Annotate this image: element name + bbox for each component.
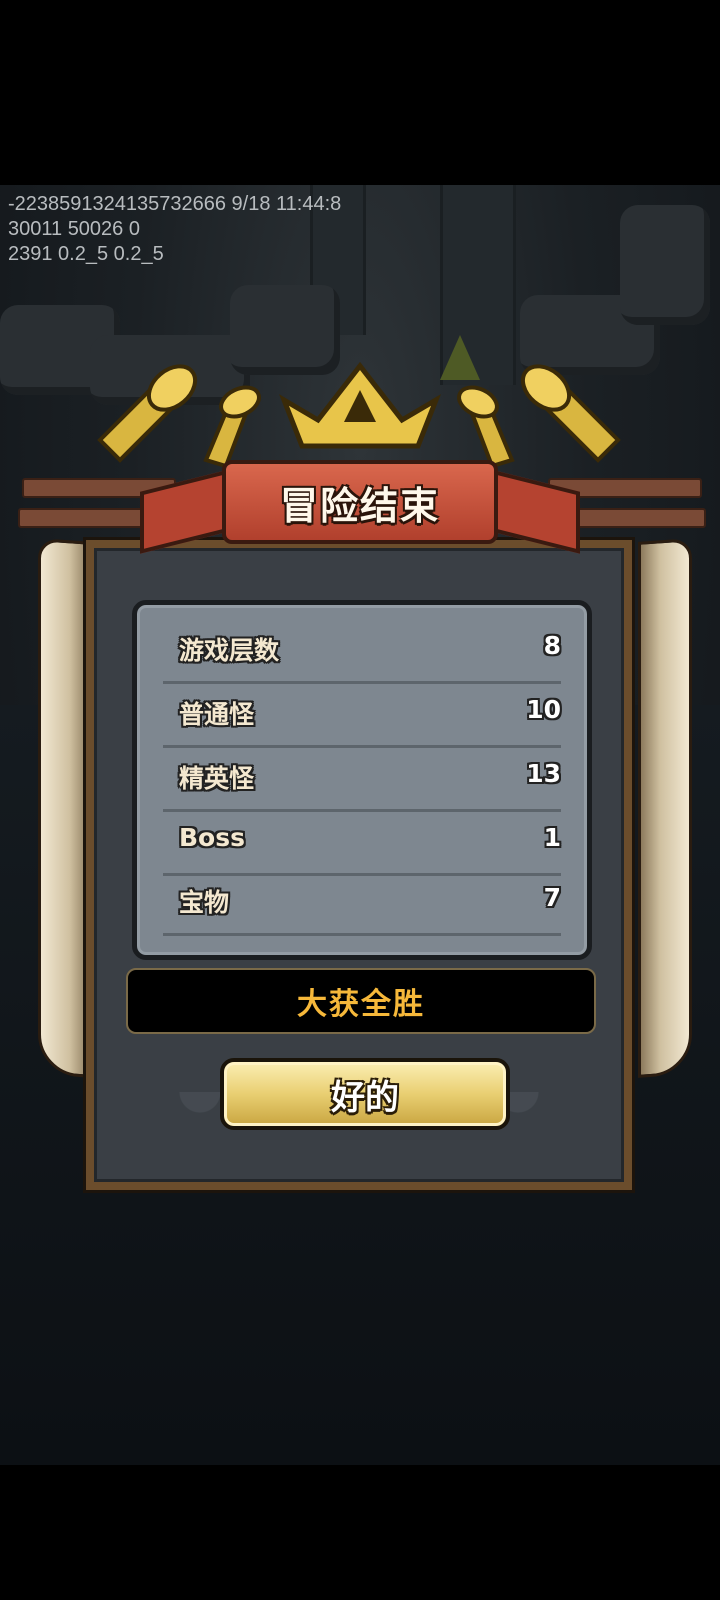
stat-row-floors: 游戏层数 8 (163, 617, 561, 684)
stat-row-boss: Boss 1 (163, 809, 561, 876)
ok-button-label: 好的 (331, 1077, 399, 1118)
title-banner: 冒险结束 (0, 360, 720, 560)
stat-row-elite-monsters: 精英怪 13 (163, 745, 561, 812)
curtain-right (638, 538, 692, 1078)
horn-icon (203, 385, 261, 469)
stat-label: 精英怪 (179, 764, 255, 793)
stat-value: 8 (543, 631, 561, 660)
debug-line: -2238591324135732666 9/18 11:44:8 (8, 193, 342, 215)
stat-value: 13 (526, 759, 561, 788)
curtain-left (38, 538, 92, 1078)
stats-box: 游戏层数 8 普通怪 10 精英怪 13 Boss 1 宝物 7 (132, 600, 592, 960)
stat-label: 普通怪 (179, 700, 255, 729)
horn-icon (520, 364, 621, 463)
stat-row-normal-monsters: 普通怪 10 (163, 681, 561, 748)
rubble-rock (620, 205, 710, 325)
stat-value: 10 (526, 695, 561, 724)
dialog-title: 冒险结束 (279, 483, 440, 528)
stat-row-treasure: 宝物 7 (163, 869, 561, 936)
stat-value: 1 (543, 823, 561, 852)
stat-value: 7 (543, 883, 561, 912)
stat-label: Boss (179, 823, 245, 852)
ok-button[interactable]: 好的 (220, 1058, 510, 1130)
result-banner: 大获全胜 (126, 968, 596, 1034)
title-ribbon: 冒险结束 (222, 460, 498, 544)
crown-icon (279, 361, 441, 449)
debug-line: 2391 0.2_5 0.2_5 (8, 243, 164, 265)
stat-label: 游戏层数 (179, 636, 280, 665)
stat-label: 宝物 (179, 888, 230, 917)
result-text: 大获全胜 (297, 987, 425, 1022)
result-dialog: 游戏层数 8 普通怪 10 精英怪 13 Boss 1 宝物 7 大获全胜 好的 (83, 537, 635, 1193)
debug-line: 30011 50026 0 (8, 218, 140, 240)
debug-overlay: -2238591324135732666 9/18 11:44:8 30011 … (8, 192, 341, 267)
